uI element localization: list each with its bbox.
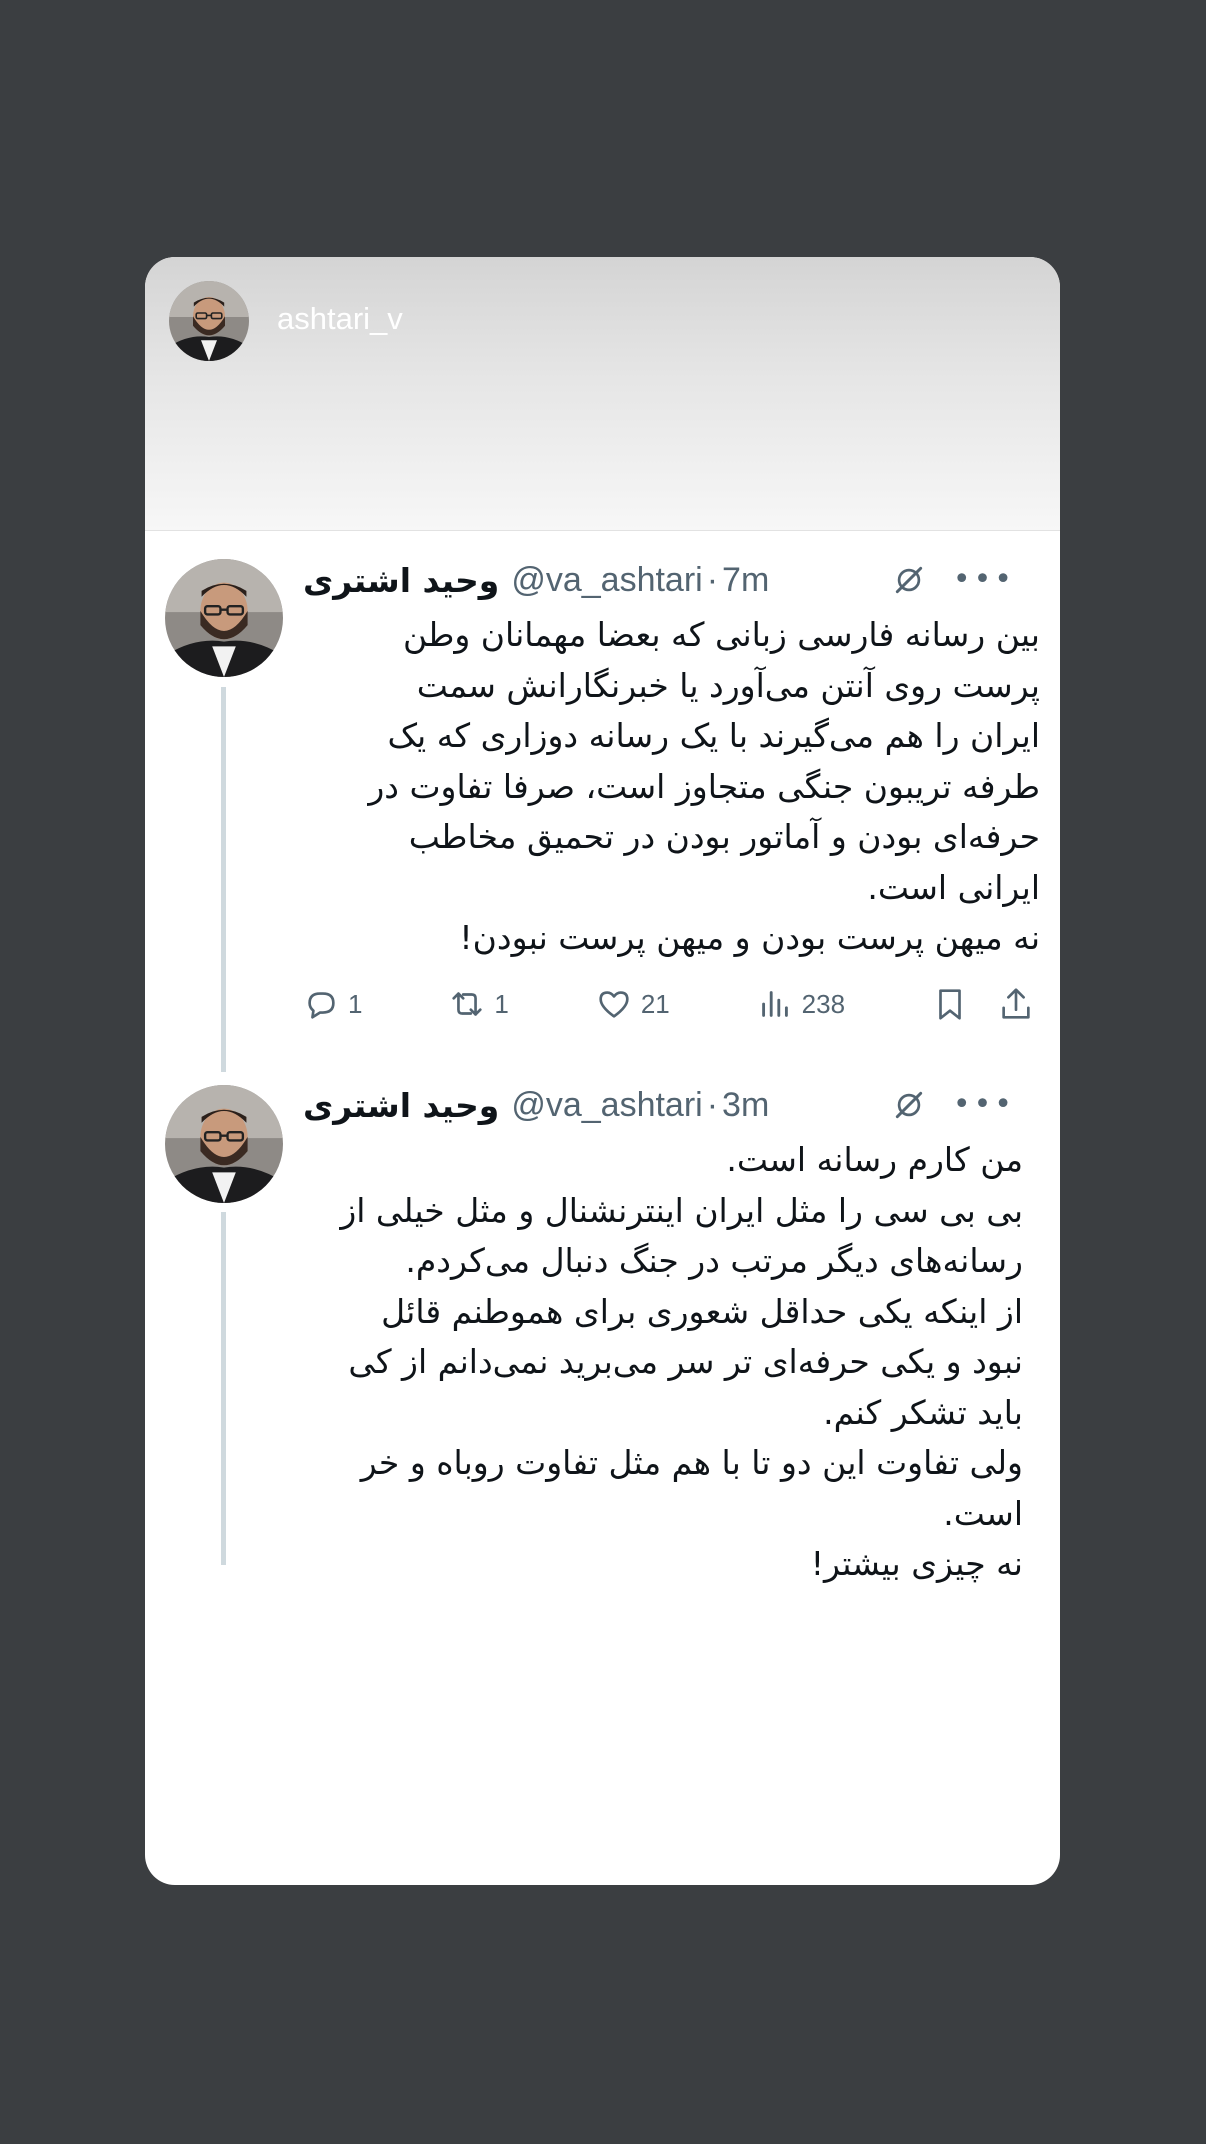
tweet-header-actions: ••• xyxy=(891,1087,1015,1123)
grok-icon[interactable] xyxy=(891,1087,927,1123)
tweet-text-line: حرفه‌ای بودن و آماتور بودن در تحمیق مخاط… xyxy=(408,817,1040,856)
tweet-author-name[interactable]: وحید اشتری xyxy=(303,1086,499,1125)
tweet-header: وحید اشتری @va_ashtari · 3m ••• xyxy=(303,1080,1015,1130)
tweet-text-line: بین رسانه فارسی زبانی که بعضا مهمانان وط… xyxy=(403,615,1040,654)
tweet-separator: · xyxy=(706,560,719,599)
tweet-text-line: بی بی سی را مثل ایران اینترنشنال و مثل خ… xyxy=(340,1190,1023,1230)
reply-count: 1 xyxy=(348,988,363,1019)
tweet-text-line: از اینکه یکی حداقل شعوری برای هموطنم قائ… xyxy=(381,1291,1023,1331)
tweet-text-line: باید تشکر کنم. xyxy=(823,1392,1023,1432)
reply-button[interactable]: 1 xyxy=(302,985,362,1023)
story-username[interactable]: ashtari_v xyxy=(277,301,403,337)
like-count: 21 xyxy=(640,988,670,1019)
tweet-author-name[interactable]: وحید اشتری xyxy=(303,561,499,600)
tweet-text-line: من کارم رسانه است. xyxy=(726,1140,1023,1179)
grok-icon[interactable] xyxy=(891,562,927,598)
story-header: ashtari_v xyxy=(145,257,1060,531)
views-count: 238 xyxy=(801,988,846,1019)
tweet-header: وحید اشتری @va_ashtari · 7m ••• xyxy=(303,555,1015,605)
story-avatar[interactable] xyxy=(169,281,249,361)
views-icon xyxy=(761,991,788,1017)
bookmark-icon[interactable] xyxy=(931,985,969,1023)
retweet-count: 1 xyxy=(494,988,509,1019)
tweet-text-line: ایران را هم می‌گیرند با یک رسانه دوزاری … xyxy=(387,716,1040,755)
reply-icon xyxy=(308,992,335,1019)
tweet-secondary-actions xyxy=(931,985,1035,1023)
tweet-text-line: طرفه تریبون جنگی متجاوز است، صرفا تفاوت … xyxy=(368,766,1040,806)
tweet-author-handle[interactable]: @va_ashtari xyxy=(511,561,702,600)
more-icon[interactable]: ••• xyxy=(953,1090,1015,1120)
tweet-text: من کارم رسانه است. بی بی سی را مثل ایران… xyxy=(145,1135,1023,1590)
heart-icon xyxy=(599,991,629,1018)
tweet-actions: 1 1 21 238 xyxy=(302,979,1035,1029)
tweet-timestamp[interactable]: 3m xyxy=(722,1086,769,1125)
tweet-author-handle[interactable]: @va_ashtari xyxy=(511,1086,702,1125)
tweet-header-actions: ••• xyxy=(891,562,1015,598)
views-button[interactable]: 238 xyxy=(756,985,845,1023)
share-icon[interactable] xyxy=(997,985,1035,1023)
retweet-icon xyxy=(452,992,483,1016)
tweet-text-line: رسانه‌های دیگر مرتب در جنگ دنبال می‌کردم… xyxy=(405,1241,1023,1280)
tweet-text-line: نه میهن پرست بودن و میهن پرست نبودن! xyxy=(459,918,1040,957)
avatar-image xyxy=(169,281,249,361)
tweet-timestamp[interactable]: 7m xyxy=(722,561,769,600)
more-icon[interactable]: ••• xyxy=(953,565,1015,595)
tweet-separator: · xyxy=(706,1085,719,1124)
tweet-text-line: است. xyxy=(943,1493,1023,1533)
tweet-text-line: ولی تفاوت این دو تا با هم مثل تفاوت روبا… xyxy=(360,1443,1023,1482)
story-card: ashtari_v وحید اشتری @va_ashtari · 7m ••… xyxy=(145,257,1060,1885)
tweet-text: بین رسانه فارسی زبانی که بعضا مهمانان وط… xyxy=(145,610,1040,964)
tweet-text-line: ایرانی است. xyxy=(867,867,1040,907)
tweet-text-line: نبود و یکی حرفه‌ای تر سر می‌برید نمی‌دان… xyxy=(348,1342,1023,1381)
tweet-text-line: نه چیزی بیشتر! xyxy=(810,1544,1023,1583)
tweet-text-line: پرست روی آنتن می‌آورد یا خبرنگارانش سمت xyxy=(416,665,1040,705)
like-button[interactable]: 21 xyxy=(595,985,670,1023)
retweet-button[interactable]: 1 xyxy=(448,985,509,1023)
